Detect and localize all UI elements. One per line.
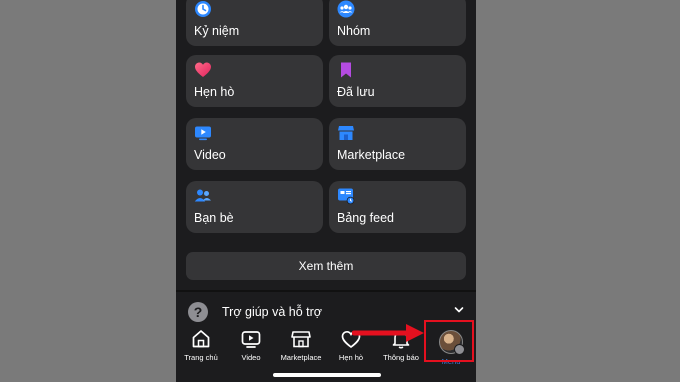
see-more-button[interactable]: Xem thêm (186, 252, 466, 280)
clock-memories-icon (194, 0, 212, 18)
home-indicator (273, 373, 381, 377)
tab-label: Hẹn hò (338, 353, 364, 362)
tab-marketplace[interactable]: Marketplace (275, 328, 327, 370)
tile-label: Đã lưu (337, 85, 375, 99)
tile-memories[interactable]: Kỷ niệm (186, 0, 323, 46)
chevron-down-icon[interactable] (454, 303, 464, 317)
home-icon (192, 330, 210, 348)
heart-dating-icon (194, 61, 212, 79)
video-play-icon (194, 124, 212, 142)
tile-label: Bảng feed (337, 211, 394, 225)
tile-label: Kỷ niệm (194, 24, 240, 38)
red-arrow-annotation (352, 324, 424, 342)
tab-label: Thông báo (383, 353, 419, 362)
tile-friends[interactable]: Bạn bè (186, 181, 323, 233)
tile-label: Nhóm (337, 24, 371, 38)
question-icon: ? (188, 302, 208, 322)
tile-feed[interactable]: Bảng feed (329, 181, 466, 233)
tab-video[interactable]: Video (225, 328, 277, 370)
tile-dating[interactable]: Hẹn hò (186, 55, 323, 107)
tab-label: Video (241, 353, 261, 362)
menu-highlight-box (424, 320, 474, 362)
store-icon (291, 331, 311, 348)
section-divider (176, 290, 476, 292)
bookmark-saved-icon (337, 61, 355, 79)
tile-groups[interactable]: Nhóm (329, 0, 466, 46)
friends-icon (194, 187, 212, 205)
tile-label: Bạn bè (194, 211, 234, 225)
tile-video[interactable]: Video (186, 118, 323, 170)
tab-label: Marketplace (280, 353, 322, 362)
marketplace-store-icon (337, 124, 355, 142)
tile-label: Marketplace (337, 148, 406, 162)
feed-icon (337, 187, 355, 205)
tile-label: Hẹn hò (194, 85, 235, 99)
tile-label: Video (194, 148, 226, 162)
tile-marketplace[interactable]: Marketplace (329, 118, 466, 170)
tile-saved[interactable]: Đã lưu (329, 55, 466, 107)
video-icon (241, 331, 261, 348)
groups-icon (337, 0, 355, 18)
help-support-label: Trợ giúp và hỗ trợ (222, 305, 322, 319)
tab-home[interactable]: Trang chủ (176, 328, 227, 370)
tab-label: Trang chủ (184, 353, 218, 362)
